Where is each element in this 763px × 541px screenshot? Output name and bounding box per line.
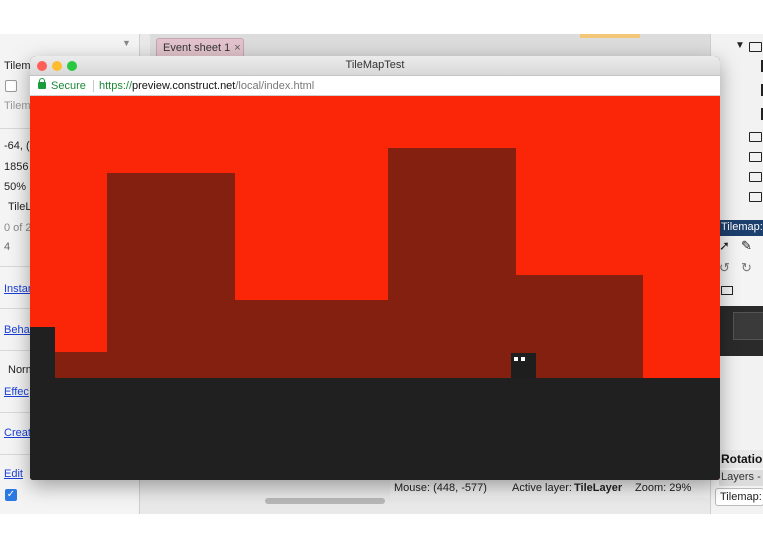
property-number-value: 4 [4,241,11,253]
rotate-cw-icon[interactable]: ↻ [741,260,752,276]
window-titlebar[interactable]: TileMapTest [30,56,720,76]
tree-expand-icon[interactable]: ▼ [735,40,745,51]
player-eye [521,357,525,361]
url-text[interactable]: https://preview.construct.net/local/inde… [99,80,314,92]
property-position-value[interactable]: -64, ( [4,140,30,152]
property-opacity-value[interactable]: 50% [4,181,26,193]
background-tile-block [55,352,107,378]
preview-window: TileMapTest Secure https://preview.const… [30,56,720,480]
property-checkbox[interactable] [5,80,17,92]
folder-icon[interactable] [749,172,762,182]
active-layer-label: Active layer: [512,482,572,494]
player-sprite [511,353,536,378]
tile-swatch[interactable] [733,312,763,340]
folder-icon[interactable] [721,286,733,295]
edit-link[interactable]: Edit [4,468,23,480]
tab-tilemap[interactable]: Tilemap: [715,488,763,506]
scroll-up-icon[interactable]: ▼ [122,38,131,48]
tab-event-sheet-label: Event sheet 1 [163,42,231,54]
url-host: preview.construct.net [132,80,236,92]
property-count-value: 0 of 2 [4,222,32,234]
pointer-icon[interactable]: ➚ [719,238,730,254]
property-name-value: Tilem [4,60,31,72]
background-tile-block [388,148,516,378]
tab-layers[interactable]: Layers - [719,470,763,486]
window-title: TileMapTest [345,59,405,71]
rotation-label: Rotation [719,450,763,468]
enabled-checkbox[interactable]: ✓ [5,489,17,501]
active-layer-value: TileLayer [574,482,623,494]
tilemap-toolbar: ➚ ✎ ↺ ↻ [719,236,763,306]
screen: ▼ Tilem Tilem -64, ( 1856 50% TileL 0 of… [0,0,763,541]
mouse-position-readout: Mouse: (448, -577) [394,482,487,494]
property-type-value: Tilem [4,100,31,112]
secure-label: Secure [51,80,86,92]
folder-icon[interactable] [749,152,762,162]
address-divider [93,80,94,92]
background-tile-block [107,173,235,378]
folder-icon[interactable] [749,42,762,52]
url-path: /local/index.html [235,80,315,92]
tab-event-sheet[interactable]: Event sheet 1 × [156,38,244,58]
player-eye [514,357,518,361]
effects-link[interactable]: Effec [4,386,29,398]
game-canvas[interactable] [30,96,720,480]
background-tile-block [235,300,388,378]
tile-preview[interactable] [719,306,763,356]
pencil-icon[interactable]: ✎ [741,238,752,254]
property-layer-value[interactable]: TileL [8,201,31,213]
close-tab-icon[interactable]: × [234,42,240,54]
document-tab-bar: Event sheet 1 × [150,34,710,58]
url-scheme: https:// [99,80,133,92]
folder-icon[interactable] [749,192,762,202]
folder-icon[interactable] [749,132,762,142]
address-bar[interactable]: Secure https://preview.construct.net/loc… [30,76,720,96]
lock-icon [38,78,46,89]
rotate-ccw-icon[interactable]: ↺ [719,260,730,276]
create-link[interactable]: Creat [4,427,31,439]
zoom-readout: Zoom: 29% [635,482,692,494]
tilemap-bar-title: Tilemap: T [719,220,763,236]
horizontal-scrollbar[interactable] [265,498,385,504]
property-size-value[interactable]: 1856 [4,161,28,173]
instance-variables-link[interactable]: Instar [4,283,32,295]
ground-floor [30,378,720,480]
tab-highlight [580,34,640,38]
